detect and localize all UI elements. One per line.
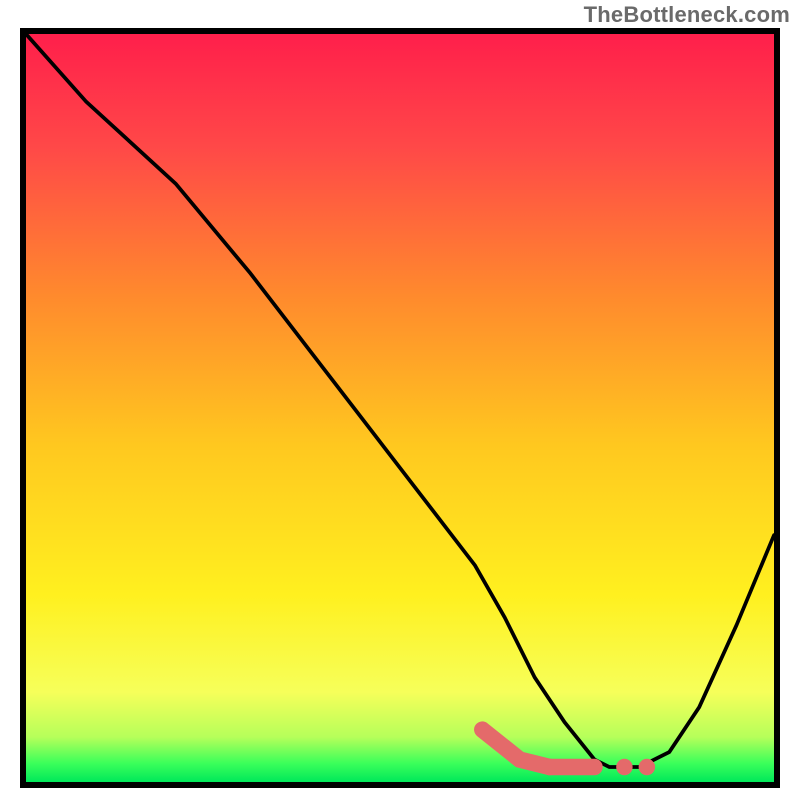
plot-frame: [20, 28, 780, 788]
chart-container: TheBottleneck.com: [0, 0, 800, 800]
highlight-group: [482, 730, 655, 776]
chart-overlay: [26, 34, 774, 782]
highlight-segment: [482, 730, 549, 767]
main-curve: [26, 34, 774, 767]
watermark-text: TheBottleneck.com: [584, 2, 790, 28]
highlight-dot: [639, 759, 655, 775]
highlight-dot: [616, 759, 632, 775]
